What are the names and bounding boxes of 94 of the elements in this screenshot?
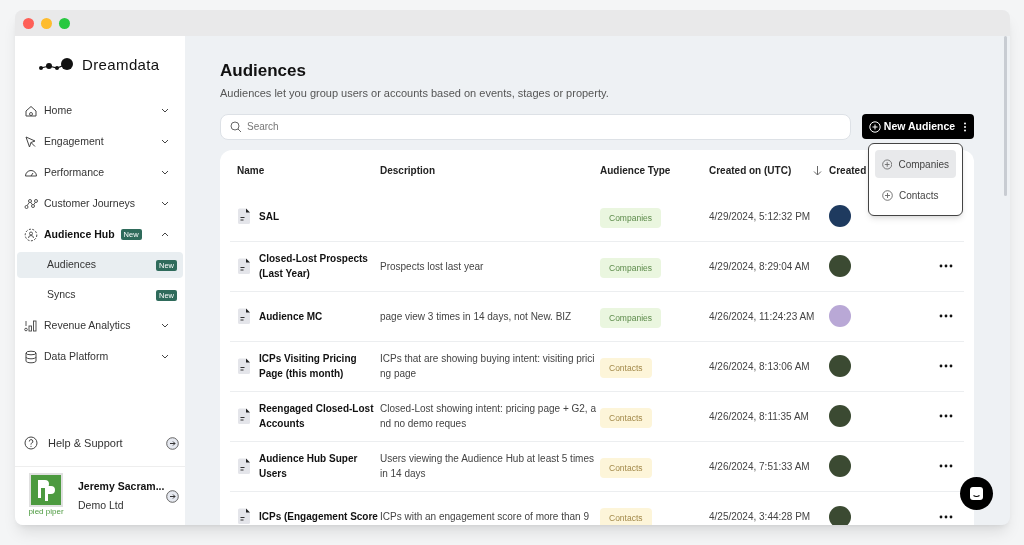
table-row[interactable]: Closed-Lost Prospects (Last Year) Prospects lost last year Companies 4/29/2024, 8:29:04 AM (230, 241, 964, 292)
chevron-down-icon[interactable] (161, 323, 169, 328)
brand-name: Dreamdata (82, 54, 160, 75)
audience-type-tag: Contacts (600, 508, 652, 525)
audience-type-tag: Companies (600, 207, 661, 229)
audience-description: Users viewing the Audience Hub at least 5 times in 14 days (380, 452, 595, 481)
help-link[interactable]: Help & Support (48, 434, 123, 452)
created-date: 4/26/2024, 11:24:23 AM (709, 309, 816, 324)
audience-type-tag: Contacts (600, 357, 652, 379)
chevron-up-icon[interactable] (161, 232, 169, 237)
plus-circle-icon (868, 120, 881, 133)
audience-description: ICPs with an engagement score of more than 9 (380, 510, 590, 524)
sidebar-item[interactable]: Data Platform (17, 341, 183, 372)
audience-name[interactable]: Audience Hub Super Users (259, 451, 380, 481)
chevron-down-icon[interactable] (161, 201, 169, 206)
logo-text: pied piper (28, 506, 64, 517)
user-name: Jeremy Sacram... (78, 478, 165, 494)
sidebar-item[interactable]: Revenue Analytics (17, 310, 183, 341)
document-icon (237, 457, 251, 475)
column-header[interactable]: Created (829, 163, 867, 178)
chevron-down-icon[interactable] (161, 170, 169, 175)
created-date: 4/26/2024, 8:11:35 AM (709, 409, 810, 424)
document-icon (237, 407, 251, 425)
column-header[interactable]: Created on (UTC) (709, 163, 792, 178)
sidebar-item[interactable]: Home (17, 95, 183, 126)
audience-description: ICPs that are showing buying intent: visiting pricing page (380, 352, 596, 381)
nodes-icon (24, 196, 38, 211)
column-header[interactable]: Description (380, 163, 435, 178)
chevron-down-icon[interactable] (161, 354, 169, 359)
more-icon[interactable] (939, 314, 953, 318)
more-icon[interactable] (939, 514, 953, 519)
audience-name[interactable]: Reengaged Closed-Lost Accounts (259, 401, 380, 431)
chevron-down-icon[interactable] (161, 139, 169, 144)
table-row[interactable]: Reengaged Closed-Lost Accounts Closed-Lost showing intent: pricing page + G2, and no demo reques Contacts 4/26/2024, 8:11:35 AM (230, 391, 964, 442)
more-vertical-icon (963, 121, 968, 132)
table-row[interactable]: Audience MC page view 3 times in 14 days, not New. BIZ Companies 4/26/2024, 11:24:23 AM (230, 291, 964, 342)
created-date: 4/26/2024, 7:51:33 AM (709, 459, 811, 474)
created-date: 4/29/2024, 5:12:32 PM (709, 209, 812, 224)
cursor-icon (24, 134, 38, 149)
search-input[interactable]: Search (247, 119, 447, 134)
person-circle-icon (24, 227, 38, 242)
arrow-circle-icon[interactable] (166, 436, 179, 450)
more-icon[interactable] (939, 264, 953, 268)
created-date: 4/26/2024, 8:13:06 AM (709, 359, 811, 374)
arrow-circle-icon[interactable] (166, 489, 179, 503)
created-date: 4/25/2024, 3:44:28 PM (709, 510, 812, 524)
table-row[interactable]: Audience Hub Super Users Users viewing the Audience Hub at least 5 times in 14 days Contacts 4/26/2024, 7:51:33 AM (230, 441, 964, 492)
scrollbar[interactable] (1004, 36, 1007, 196)
chat-icon (969, 486, 984, 501)
new-audience-button[interactable]: New Audience (862, 114, 974, 139)
plus-circle-icon (882, 158, 893, 170)
audience-name[interactable]: ICPs Visiting Pricing Page (this month) (259, 351, 380, 381)
audience-name[interactable]: Closed-Lost Prospects (Last Year) (259, 251, 380, 281)
search-icon (230, 120, 242, 133)
audience-type-tag: Contacts (600, 407, 652, 429)
column-header[interactable]: Name (237, 163, 265, 178)
document-icon (237, 357, 251, 375)
sidebar-item[interactable]: Customer Journeys (17, 188, 183, 219)
page-subtitle: Audiences let you group users or accounts based on events, stages or property. (220, 86, 609, 101)
plus-circle-icon (882, 189, 893, 201)
sidebar-item[interactable]: Performance (17, 157, 183, 188)
database-icon (24, 349, 38, 364)
created-date: 4/29/2024, 8:29:04 AM (709, 259, 811, 274)
audience-type-tag: Contacts (600, 457, 652, 479)
document-icon (237, 508, 251, 525)
bar-chart-icon (24, 318, 38, 333)
audience-description: page view 3 times in 14 days, not New. BIZ (380, 309, 573, 324)
document-icon (237, 257, 251, 275)
menu-item[interactable]: Companies (875, 150, 956, 178)
more-icon[interactable] (939, 464, 953, 468)
sort-down-icon[interactable] (813, 165, 823, 176)
help-icon (24, 436, 38, 450)
audience-description: Prospects lost last year (380, 259, 485, 274)
sidebar-item[interactable]: Engagement (17, 126, 183, 157)
document-icon (237, 207, 251, 225)
column-header[interactable]: Audience Type (600, 163, 671, 178)
audience-type-tag: Companies (600, 257, 661, 279)
document-icon (237, 307, 251, 325)
table-row[interactable]: ICPs Visiting Pricing Page (this month) ICPs that are showing buying intent: visiting pricing page Contacts 4/26/2024, 8:13:06 AM (230, 341, 964, 392)
audience-description: Closed-Lost showing intent: pricing page + G2, and no demo reques (380, 402, 597, 431)
page-title: Audiences (220, 60, 306, 82)
audience-type-tag: Companies (600, 307, 661, 329)
more-icon[interactable] (939, 364, 953, 368)
table-row[interactable]: ICPs (Engagement Score ICPs with an engagement score of more than 9 Contacts 4/25/2024, 3:44:28 PM (230, 491, 964, 525)
search-field[interactable]: Search (220, 113, 851, 140)
home-icon (24, 103, 38, 118)
audience-name[interactable]: ICPs (Engagement Score (259, 509, 380, 524)
audience-name[interactable]: Audience MC (259, 308, 325, 324)
logo-icon (38, 58, 74, 72)
audience-name[interactable]: SAL (259, 208, 281, 224)
chevron-down-icon[interactable] (161, 108, 169, 113)
pp-monogram-icon (35, 477, 57, 502)
company-name: Demo Ltd (78, 497, 125, 513)
more-icon[interactable] (939, 414, 953, 418)
